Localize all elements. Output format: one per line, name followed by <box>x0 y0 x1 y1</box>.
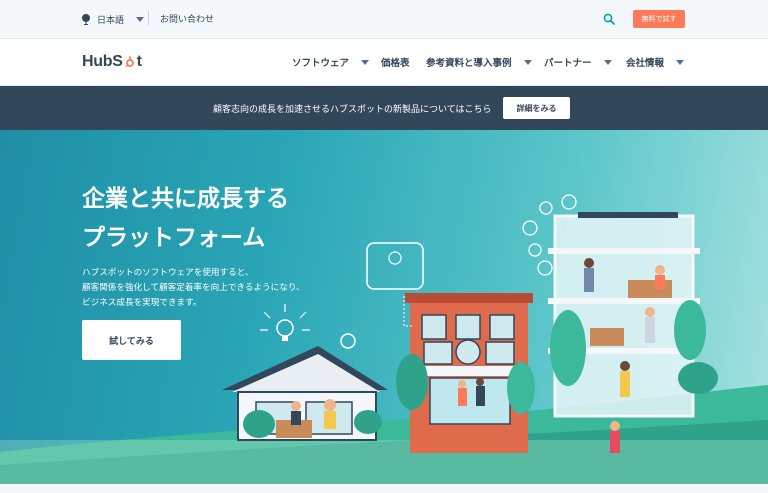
hero-title: 企業と共に成長する プラットフォーム <box>82 180 289 258</box>
hero-title-line2: プラットフォーム <box>82 225 266 251</box>
sprocket-logo-icon <box>125 56 134 68</box>
hubspot-logo[interactable]: HubS t <box>82 53 142 71</box>
chevron-down-icon <box>523 59 532 65</box>
try-it-button[interactable]: 試してみる <box>82 320 181 360</box>
free-trial-button[interactable]: 無料で試す <box>633 10 685 28</box>
language-selector[interactable]: 日本語 <box>81 11 145 27</box>
announcement-bar: 顧客志向の成長を加速させるハブスポットの新製品についてはこちら 詳細をみる <box>0 86 768 130</box>
hero-section: 企業と共に成長する プラットフォーム ハブスポットのソフトウェアを使用すると、 … <box>0 130 768 493</box>
details-button[interactable]: 詳細をみる <box>503 97 570 119</box>
nav-item-label: 参考資料と導入事例 <box>426 58 512 69</box>
main-nav: HubS t ソフトウェア 価格表 参考資料と導入事例 パートナー 会社情報 <box>0 39 768 86</box>
nav-menu: ソフトウェア 価格表 参考資料と導入事例 パートナー 会社情報 <box>292 55 685 69</box>
chevron-down-icon <box>361 59 370 65</box>
logo-text-right: t <box>136 53 142 70</box>
globe-icon <box>82 14 90 25</box>
nav-item-resources[interactable]: 参考資料と導入事例 <box>426 55 544 69</box>
logo-text-left: HubS <box>82 53 123 70</box>
nav-item-company[interactable]: 会社情報 <box>626 55 685 69</box>
bottom-strip <box>0 484 768 493</box>
chevron-down-icon <box>603 59 612 65</box>
nav-item-partners[interactable]: パートナー <box>544 55 626 69</box>
divider <box>148 11 149 26</box>
nav-item-label: 価格表 <box>381 58 410 69</box>
nav-item-software[interactable]: ソフトウェア <box>292 55 381 69</box>
nav-item-label: ソフトウェア <box>292 58 350 69</box>
contact-link[interactable]: お問い合わせ <box>160 12 214 25</box>
hero-subtitle-line2: 顧客関係を強化して顧客定着率を向上できるようになり、 <box>82 283 305 293</box>
announcement-text: 顧客志向の成長を加速させるハブスポットの新製品についてはこちら <box>213 105 492 115</box>
nav-item-pricing[interactable]: 価格表 <box>381 55 426 69</box>
search-icon[interactable] <box>603 13 615 25</box>
nav-item-label: パートナー <box>544 58 592 69</box>
hero-title-line1: 企業と共に成長する <box>82 186 289 212</box>
chevron-down-icon <box>136 16 145 22</box>
chevron-down-icon <box>676 59 685 65</box>
nav-item-label: 会社情報 <box>626 58 665 69</box>
hero-subtitle: ハブスポットのソフトウェアを使用すると、 顧客関係を強化して顧客定着率を向上でき… <box>82 266 305 311</box>
utility-bar: 日本語 お問い合わせ 無料で試す <box>0 0 768 39</box>
language-label: 日本語 <box>97 15 125 26</box>
hero-subtitle-line1: ハブスポットのソフトウェアを使用すると、 <box>82 268 254 278</box>
hero-subtitle-line3: ビジネス成長を実現できます。 <box>82 298 202 308</box>
